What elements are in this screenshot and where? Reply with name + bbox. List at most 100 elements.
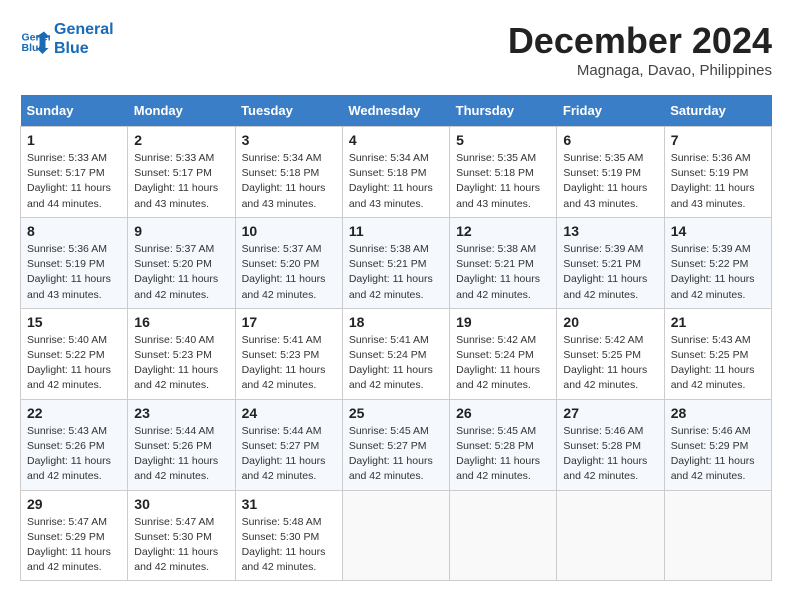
day-number: 14 [671, 223, 765, 239]
col-header-thursday: Thursday [450, 95, 557, 127]
calendar-cell: 15Sunrise: 5:40 AM Sunset: 5:22 PM Dayli… [21, 308, 128, 399]
calendar-week-1: 8Sunrise: 5:36 AM Sunset: 5:19 PM Daylig… [21, 217, 772, 308]
day-info: Sunrise: 5:46 AM Sunset: 5:29 PM Dayligh… [671, 424, 765, 485]
day-number: 18 [349, 314, 443, 330]
calendar-cell: 3Sunrise: 5:34 AM Sunset: 5:18 PM Daylig… [235, 127, 342, 218]
day-info: Sunrise: 5:41 AM Sunset: 5:24 PM Dayligh… [349, 333, 443, 394]
day-info: Sunrise: 5:48 AM Sunset: 5:30 PM Dayligh… [242, 515, 336, 576]
calendar-cell: 28 Sunrise: 5:46 AM Sunset: 5:29 PM Dayli… [664, 399, 771, 490]
day-number: 1 [27, 132, 121, 148]
day-number: 2 [134, 132, 228, 148]
logo: General Blue GeneralBlue [20, 20, 114, 58]
calendar-cell: 17 Sunrise: 5:41 AM Sunset: 5:23 PM Dayli… [235, 308, 342, 399]
col-header-sunday: Sunday [21, 95, 128, 127]
calendar-cell: 22 Sunrise: 5:43 AM Sunset: 5:26 PM Dayli… [21, 399, 128, 490]
day-info: Sunrise: 5:43 AM Sunset: 5:26 PM Dayligh… [27, 424, 121, 485]
day-info: Sunrise: 5:41 AM Sunset: 5:23 PM Dayligh… [242, 333, 336, 394]
day-info: Sunrise: 5:47 AM Sunset: 5:29 PM Dayligh… [27, 515, 121, 576]
day-info: Sunrise: 5:38 AM Sunset: 5:21 PM Dayligh… [349, 242, 443, 303]
col-header-wednesday: Wednesday [342, 95, 449, 127]
calendar-cell: 16 Sunrise: 5:40 AM Sunset: 5:23 PM Dayli… [128, 308, 235, 399]
day-number: 24 [242, 405, 336, 421]
day-number: 12 [456, 223, 550, 239]
day-info: Sunrise: 5:37 AM Sunset: 5:20 PM Dayligh… [242, 242, 336, 303]
day-info: Sunrise: 5:40 AM Sunset: 5:23 PM Dayligh… [134, 333, 228, 394]
calendar-cell: 6 Sunrise: 5:35 AM Sunset: 5:19 PM Daylig… [557, 127, 664, 218]
day-info: Sunrise: 5:42 AM Sunset: 5:24 PM Dayligh… [456, 333, 550, 394]
calendar-week-2: 15Sunrise: 5:40 AM Sunset: 5:22 PM Dayli… [21, 308, 772, 399]
day-info: Sunrise: 5:44 AM Sunset: 5:27 PM Dayligh… [242, 424, 336, 485]
day-info: Sunrise: 5:44 AM Sunset: 5:26 PM Dayligh… [134, 424, 228, 485]
calendar-cell: 23Sunrise: 5:44 AM Sunset: 5:26 PM Dayli… [128, 399, 235, 490]
day-number: 3 [242, 132, 336, 148]
day-number: 28 [671, 405, 765, 421]
day-info: Sunrise: 5:46 AM Sunset: 5:28 PM Dayligh… [563, 424, 657, 485]
day-number: 13 [563, 223, 657, 239]
day-number: 11 [349, 223, 443, 239]
calendar-cell [664, 490, 771, 581]
calendar-header-row: SundayMondayTuesdayWednesdayThursdayFrid… [21, 95, 772, 127]
col-header-friday: Friday [557, 95, 664, 127]
day-info: Sunrise: 5:35 AM Sunset: 5:18 PM Dayligh… [456, 151, 550, 212]
day-info: Sunrise: 5:43 AM Sunset: 5:25 PM Dayligh… [671, 333, 765, 394]
day-number: 25 [349, 405, 443, 421]
calendar-cell: 12 Sunrise: 5:38 AM Sunset: 5:21 PM Dayli… [450, 217, 557, 308]
day-number: 31 [242, 496, 336, 512]
calendar-cell: 31 Sunrise: 5:48 AM Sunset: 5:30 PM Dayli… [235, 490, 342, 581]
day-number: 20 [563, 314, 657, 330]
day-number: 17 [242, 314, 336, 330]
day-number: 6 [563, 132, 657, 148]
col-header-tuesday: Tuesday [235, 95, 342, 127]
calendar-cell: 20 Sunrise: 5:42 AM Sunset: 5:25 PM Dayli… [557, 308, 664, 399]
day-number: 16 [134, 314, 228, 330]
day-number: 9 [134, 223, 228, 239]
day-info: Sunrise: 5:36 AM Sunset: 5:19 PM Dayligh… [27, 242, 121, 303]
calendar-cell [557, 490, 664, 581]
calendar-table: SundayMondayTuesdayWednesdayThursdayFrid… [20, 95, 772, 581]
day-info: Sunrise: 5:39 AM Sunset: 5:22 PM Dayligh… [671, 242, 765, 303]
day-info: Sunrise: 5:35 AM Sunset: 5:19 PM Dayligh… [563, 151, 657, 212]
col-header-saturday: Saturday [664, 95, 771, 127]
title-block: December 2024 Magnaga, Davao, Philippine… [508, 20, 772, 79]
calendar-cell: 14 Sunrise: 5:39 AM Sunset: 5:22 PM Dayli… [664, 217, 771, 308]
day-number: 30 [134, 496, 228, 512]
calendar-cell: 13Sunrise: 5:39 AM Sunset: 5:21 PM Dayli… [557, 217, 664, 308]
calendar-cell: 4Sunrise: 5:34 AM Sunset: 5:18 PM Daylig… [342, 127, 449, 218]
calendar-cell: 2 Sunrise: 5:33 AM Sunset: 5:17 PM Daylig… [128, 127, 235, 218]
day-info: Sunrise: 5:40 AM Sunset: 5:22 PM Dayligh… [27, 333, 121, 394]
day-info: Sunrise: 5:38 AM Sunset: 5:21 PM Dayligh… [456, 242, 550, 303]
day-info: Sunrise: 5:33 AM Sunset: 5:17 PM Dayligh… [134, 151, 228, 212]
calendar-cell: 27 Sunrise: 5:46 AM Sunset: 5:28 PM Dayli… [557, 399, 664, 490]
day-number: 26 [456, 405, 550, 421]
calendar-cell: 11 Sunrise: 5:38 AM Sunset: 5:21 PM Dayli… [342, 217, 449, 308]
day-number: 22 [27, 405, 121, 421]
col-header-monday: Monday [128, 95, 235, 127]
day-number: 29 [27, 496, 121, 512]
day-info: Sunrise: 5:45 AM Sunset: 5:27 PM Dayligh… [349, 424, 443, 485]
calendar-cell [342, 490, 449, 581]
calendar-week-4: 29 Sunrise: 5:47 AM Sunset: 5:29 PM Dayli… [21, 490, 772, 581]
calendar-cell: 30Sunrise: 5:47 AM Sunset: 5:30 PM Dayli… [128, 490, 235, 581]
calendar-cell: 10 Sunrise: 5:37 AM Sunset: 5:20 PM Dayli… [235, 217, 342, 308]
day-number: 19 [456, 314, 550, 330]
day-number: 27 [563, 405, 657, 421]
calendar-cell [450, 490, 557, 581]
calendar-cell: 5Sunrise: 5:35 AM Sunset: 5:18 PM Daylig… [450, 127, 557, 218]
location: Magnaga, Davao, Philippines [508, 62, 772, 79]
day-number: 10 [242, 223, 336, 239]
day-info: Sunrise: 5:34 AM Sunset: 5:18 PM Dayligh… [349, 151, 443, 212]
day-info: Sunrise: 5:37 AM Sunset: 5:20 PM Dayligh… [134, 242, 228, 303]
calendar-cell: 19 Sunrise: 5:42 AM Sunset: 5:24 PM Dayli… [450, 308, 557, 399]
calendar-week-3: 22 Sunrise: 5:43 AM Sunset: 5:26 PM Dayli… [21, 399, 772, 490]
day-info: Sunrise: 5:45 AM Sunset: 5:28 PM Dayligh… [456, 424, 550, 485]
calendar-cell: 24 Sunrise: 5:44 AM Sunset: 5:27 PM Dayli… [235, 399, 342, 490]
day-number: 21 [671, 314, 765, 330]
calendar-week-0: 1 Sunrise: 5:33 AM Sunset: 5:17 PM Daylig… [21, 127, 772, 218]
logo-icon: General Blue [20, 24, 50, 54]
calendar-cell: 7 Sunrise: 5:36 AM Sunset: 5:19 PM Daylig… [664, 127, 771, 218]
day-info: Sunrise: 5:42 AM Sunset: 5:25 PM Dayligh… [563, 333, 657, 394]
day-info: Sunrise: 5:36 AM Sunset: 5:19 PM Dayligh… [671, 151, 765, 212]
day-number: 7 [671, 132, 765, 148]
day-info: Sunrise: 5:33 AM Sunset: 5:17 PM Dayligh… [27, 151, 121, 212]
calendar-cell: 29 Sunrise: 5:47 AM Sunset: 5:29 PM Dayli… [21, 490, 128, 581]
